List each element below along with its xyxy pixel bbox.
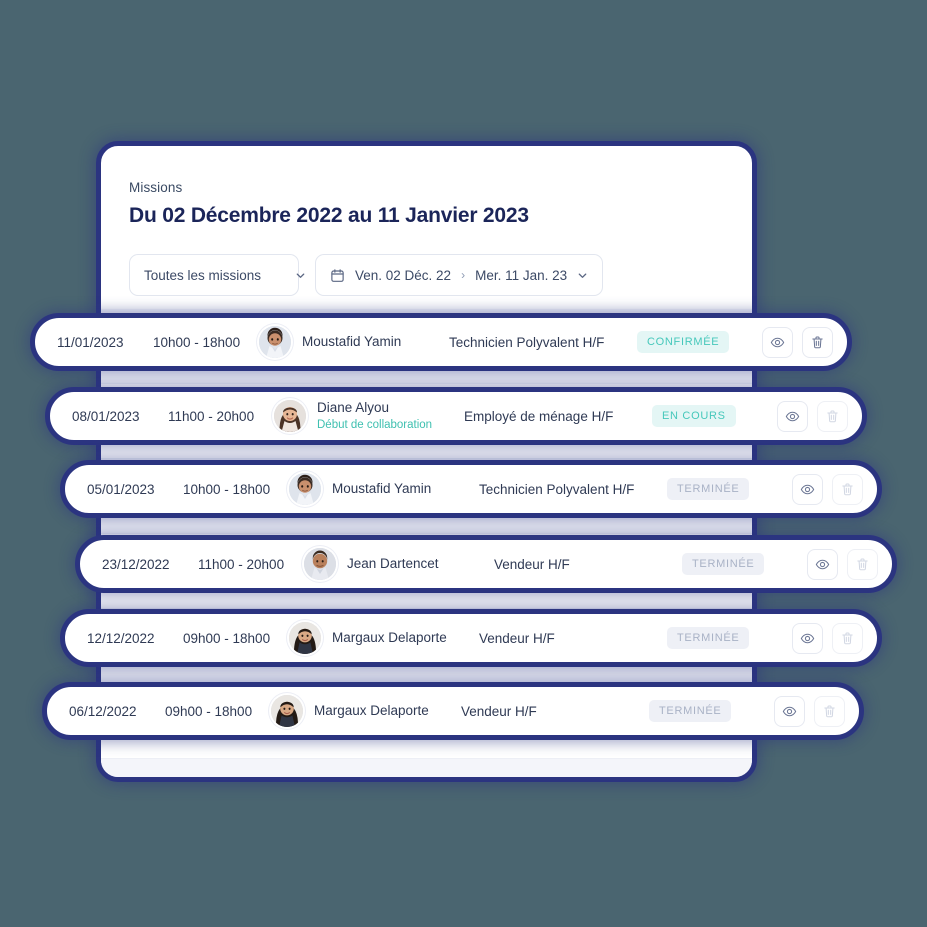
date-range-start: Ven. 02 Déc. 22: [355, 267, 452, 283]
mission-person: Moustafid Yamin: [289, 473, 479, 505]
table-row[interactable]: 23/12/2022 11h00 - 20h00 Jean Dartencet Ven…: [75, 535, 897, 593]
avatar: [274, 400, 306, 432]
status-badge: TERMINÉE: [682, 553, 765, 575]
page-title: Du 02 Décembre 2022 au 11 Janvier 2023: [129, 204, 529, 227]
table-row[interactable]: 08/01/2023 11h00 - 20h00 Diane Alyou Début …: [45, 387, 867, 445]
mission-date: 11/01/2023: [57, 334, 124, 350]
status-badge: CONFIRMÉE: [637, 331, 730, 353]
row-actions: [786, 548, 878, 580]
mission-filter-label: Toutes les missions: [144, 267, 262, 283]
mission-role: Employé de ménage H/F: [464, 408, 614, 424]
person-name: Diane Alyou: [317, 399, 390, 415]
calendar-icon: [330, 268, 345, 283]
person-name: Margaux Delaporte: [314, 702, 429, 718]
row-actions: [771, 473, 863, 505]
mission-role: Technicien Polyvalent H/F: [449, 334, 605, 350]
delete-button: [847, 548, 878, 580]
delete-button[interactable]: [802, 326, 833, 358]
row-actions: [771, 622, 863, 654]
page-eyebrow: Missions: [129, 180, 183, 195]
mission-time: 11h00 - 20h00: [198, 556, 285, 572]
view-button[interactable]: [807, 548, 838, 580]
person-name: Moustafid Yamin: [332, 480, 432, 496]
mission-filter-select[interactable]: Toutes les missions: [129, 254, 305, 296]
status-cell: TERMINÉE: [649, 700, 753, 722]
mission-person: Diane Alyou Début de collaboration: [274, 400, 464, 432]
view-button[interactable]: [762, 326, 793, 358]
row-actions: [741, 326, 833, 358]
status-cell: EN COURS: [652, 405, 756, 427]
table-row[interactable]: 12/12/2022 09h00 - 18h00 Margaux Delaporte…: [60, 609, 882, 667]
mission-time: 10h00 - 18h00: [153, 334, 241, 350]
table-row[interactable]: 11/01/2023 10h00 - 18h00 Moustafid Yamin Te…: [30, 313, 852, 371]
filter-bar: Toutes les missions Ven. 02 Déc. 22 › Me…: [129, 254, 724, 296]
mission-role: Vendeur H/F: [494, 556, 570, 572]
mission-person: Margaux Delaporte: [289, 622, 479, 654]
status-cell: TERMINÉE: [667, 478, 771, 500]
status-badge: TERMINÉE: [649, 700, 732, 722]
status-cell: TERMINÉE: [667, 627, 771, 649]
mission-date: 23/12/2022: [102, 556, 170, 572]
view-button[interactable]: [774, 695, 805, 727]
avatar: [289, 622, 321, 654]
mission-date: 06/12/2022: [69, 703, 137, 719]
avatar: [259, 326, 291, 358]
date-range-picker[interactable]: Ven. 02 Déc. 22 › Mer. 11 Jan. 23: [315, 254, 604, 296]
delete-button: [832, 473, 863, 505]
date-range-end: Mer. 11 Jan. 23: [475, 267, 568, 283]
mission-role: Technicien Polyvalent H/F: [479, 481, 635, 497]
status-cell: CONFIRMÉE: [637, 331, 741, 353]
mission-time: 11h00 - 20h00: [168, 408, 255, 424]
person-name: Moustafid Yamin: [302, 333, 402, 349]
mission-person: Margaux Delaporte: [271, 695, 461, 727]
status-cell: TERMINÉE: [682, 553, 786, 575]
mission-date: 12/12/2022: [87, 630, 155, 646]
delete-button: [817, 400, 848, 432]
view-button[interactable]: [792, 473, 823, 505]
person-name: Jean Dartencet: [347, 555, 439, 571]
person-name: Margaux Delaporte: [332, 629, 447, 645]
row-actions: [756, 400, 848, 432]
mission-role: Vendeur H/F: [461, 703, 537, 719]
avatar: [289, 473, 321, 505]
view-button[interactable]: [777, 400, 808, 432]
avatar: [304, 548, 336, 580]
delete-button: [832, 622, 863, 654]
mission-date: 08/01/2023: [72, 408, 140, 424]
screen-root: Missions Du 02 Décembre 2022 au 11 Janvi…: [0, 0, 927, 927]
delete-button: [814, 695, 845, 727]
mission-person: Jean Dartencet: [304, 548, 494, 580]
chevron-down-icon: [577, 270, 588, 281]
status-badge: TERMINÉE: [667, 478, 750, 500]
date-range-separator: ›: [461, 268, 466, 282]
person-subtitle: Début de collaboration: [317, 418, 433, 431]
mission-time: 10h00 - 18h00: [183, 481, 271, 497]
table-row[interactable]: 05/01/2023 10h00 - 18h00 Moustafid Yamin Te…: [60, 460, 882, 518]
card-header: Missions Du 02 Décembre 2022 au 11 Janvi…: [101, 146, 752, 296]
table-row[interactable]: 06/12/2022 09h00 - 18h00 Margaux Delaporte…: [42, 682, 864, 740]
mission-role: Vendeur H/F: [479, 630, 555, 646]
status-badge: EN COURS: [652, 405, 736, 427]
row-actions: [753, 695, 845, 727]
mission-time: 09h00 - 18h00: [165, 703, 253, 719]
chevron-down-icon: [295, 270, 306, 281]
view-button[interactable]: [792, 622, 823, 654]
mission-time: 09h00 - 18h00: [183, 630, 271, 646]
mission-date: 05/01/2023: [87, 481, 155, 497]
status-badge: TERMINÉE: [667, 627, 750, 649]
avatar: [271, 695, 303, 727]
mission-person: Moustafid Yamin: [259, 326, 449, 358]
